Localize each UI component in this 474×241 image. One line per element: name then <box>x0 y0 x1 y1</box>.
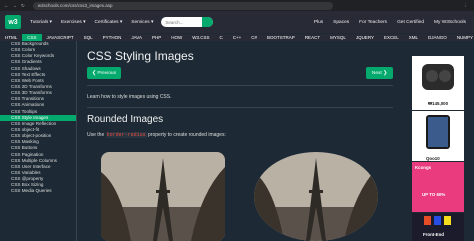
frontend-icons <box>424 216 451 225</box>
ad-frontend-label: Front-End <box>423 232 444 237</box>
reload-icon[interactable]: ↻ <box>21 3 25 9</box>
desc-text: property to create rounded images: <box>148 132 226 138</box>
next-button[interactable]: Next ❯ <box>366 67 393 79</box>
nav-my-w3schools[interactable]: My W3Schools <box>434 20 466 25</box>
intro-text: Learn how to style images using CSS. <box>87 94 172 100</box>
ad-brand-2: Kcongs <box>415 165 432 170</box>
search-icon[interactable] <box>202 17 214 27</box>
language-bar: HTML CSS JAVASCRIPT SQL PYTHON JAVA PHP … <box>0 33 474 48</box>
phone-image <box>426 115 450 149</box>
nav-certificates[interactable]: Certificates ▾ <box>95 20 123 25</box>
ad-phone[interactable]: Qoo10 <box>412 111 464 161</box>
ad-column: ₩145,000 Qoo10 Kcongs UP TO 60% Front-En… <box>407 41 474 241</box>
paris-image-elliptical <box>254 152 378 241</box>
section-description: Use the border-radius property to create… <box>87 132 226 138</box>
nav-tutorials[interactable]: Tutorials ▾ <box>30 20 52 25</box>
forward-icon[interactable]: → <box>13 3 18 9</box>
nav-services[interactable]: Services ▾ <box>131 20 153 25</box>
nav-get-certified[interactable]: Get Certified <box>397 20 424 25</box>
desc-text: Use the <box>87 132 105 138</box>
nav-for-teachers[interactable]: For Teachers <box>359 20 387 25</box>
top-navigation: w3 Tutorials ▾ Exercises ▾ Certificates … <box>0 11 474 33</box>
browser-bar: ← → ↻ w3schools.com/css/css3_images.asp … <box>0 0 474 11</box>
nav-exercises[interactable]: Exercises ▾ <box>61 20 86 25</box>
nav-right: Plus Spaces For Teachers Get Certified M… <box>314 20 474 25</box>
main-content: CSS Styling Images ❮ Previous Next ❯ Lea… <box>77 41 407 241</box>
divider <box>87 107 393 108</box>
w3schools-logo[interactable]: w3 <box>5 15 21 29</box>
ad-brand: Qoo10 <box>426 156 440 161</box>
earbuds-image <box>422 64 454 90</box>
ad-promo-text: UP TO 60% <box>422 192 446 197</box>
sidebar: CSS Backgrounds CSS Colors CSS Color Key… <box>0 41 77 241</box>
search-input[interactable]: Search... <box>161 17 214 27</box>
menu-icon[interactable]: ⋮ <box>464 3 469 9</box>
previous-button[interactable]: ❮ Previous <box>87 67 121 79</box>
ad-price: ₩145,000 <box>428 101 449 106</box>
ad-promo[interactable]: Kcongs UP TO 60% <box>412 162 464 212</box>
browser-actions: ⋮ <box>464 3 474 9</box>
address-bar[interactable]: w3schools.com/css/css3_images.asp <box>32 1 333 10</box>
sidebar-item[interactable]: CSS Media Queries <box>0 188 76 194</box>
browser-nav: ← → ↻ <box>0 3 25 9</box>
back-icon[interactable]: ← <box>4 3 9 9</box>
code-snippet: border-radius <box>105 132 147 138</box>
divider <box>87 85 393 86</box>
section-heading: Rounded Images <box>87 114 164 125</box>
nav-spaces[interactable]: Spaces <box>333 20 349 25</box>
search-placeholder: Search... <box>165 19 184 25</box>
paris-image-rounded-corners <box>101 152 225 241</box>
ad-earbuds[interactable]: ₩145,000 <box>412 56 464 110</box>
nav-plus[interactable]: Plus <box>314 20 323 25</box>
page-title: CSS Styling Images <box>87 49 194 63</box>
ad-frontend[interactable]: Front-End <box>412 213 464 241</box>
